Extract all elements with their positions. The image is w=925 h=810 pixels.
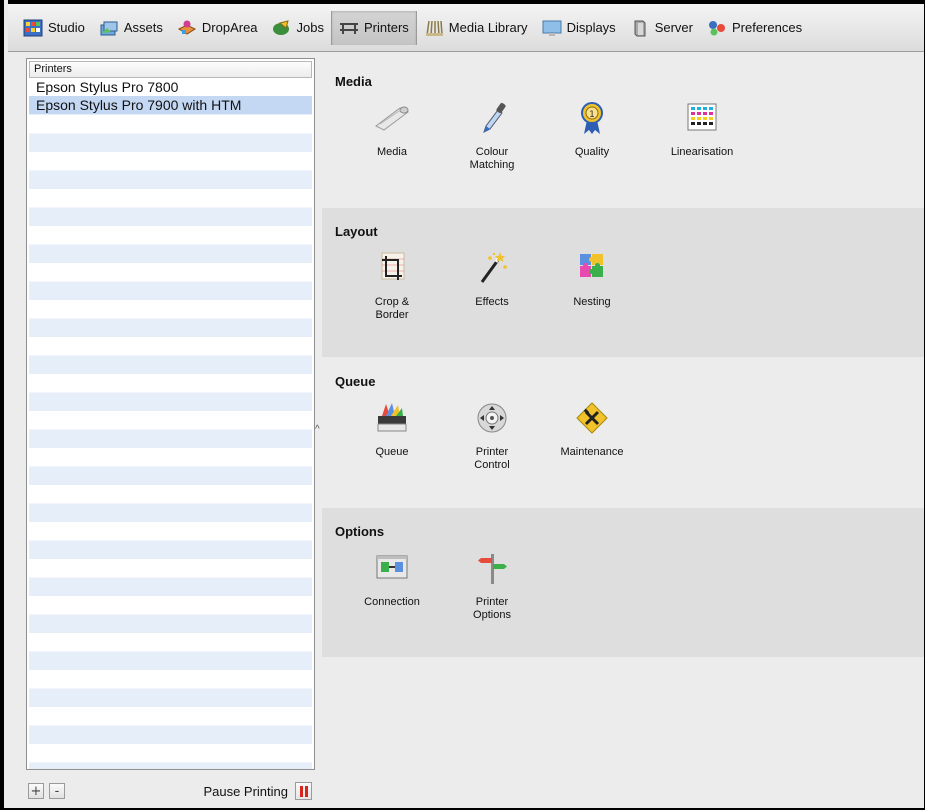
eyedropper-icon	[483, 102, 506, 133]
printers-bottom-bar: + - Pause Printing	[26, 778, 315, 804]
preferences-icon	[708, 20, 725, 35]
printer-row-epson-7800[interactable]: Epson Stylus Pro 7800	[29, 78, 312, 96]
toolbar-media-library[interactable]: Media Library	[417, 11, 535, 45]
toolbar-printers-label: Printers	[364, 20, 409, 35]
assets-icon	[100, 21, 118, 35]
printers-list[interactable]: Epson Stylus Pro 7800 Epson Stylus Pro 7…	[29, 78, 312, 769]
color-grid-icon	[687, 103, 717, 131]
toolbar-assets[interactable]: Assets	[92, 11, 170, 45]
droparea-icon	[177, 20, 196, 35]
section-layout-title: Layout	[335, 224, 378, 239]
displays-icon	[542, 20, 562, 36]
printers-window: Studio Assets DropArea Jobs Printers Med…	[0, 0, 925, 810]
tool-colour-matching-label: Colour Matching	[469, 146, 515, 171]
tool-printer-control[interactable]: Printer Control	[442, 400, 542, 472]
toolbar-studio-label: Studio	[48, 20, 85, 35]
tool-crop-border-label: Crop & Border	[374, 296, 410, 321]
tool-linearisation[interactable]: Linearisation	[652, 100, 752, 159]
section-options-title: Options	[335, 524, 385, 539]
section-queue-title: Queue	[335, 374, 376, 389]
toolbar-printers[interactable]: Printers	[331, 10, 417, 45]
tool-maintenance[interactable]: Maintenance	[542, 400, 642, 459]
award-ribbon-icon: 1	[581, 102, 603, 134]
tool-media-label: Media	[377, 146, 407, 158]
printers-icon	[340, 22, 358, 34]
tool-crop-border[interactable]: Crop & Border	[342, 250, 442, 322]
tool-linearisation-label: Linearisation	[670, 146, 734, 158]
toolbar-server[interactable]: Server	[623, 11, 700, 45]
tool-colour-matching[interactable]: Colour Matching	[442, 100, 542, 172]
tool-printer-control-label: Printer Control	[474, 446, 510, 471]
pause-printing-button[interactable]	[295, 782, 312, 800]
section-media: Media Media Colour Matching 1 Quality Li…	[322, 58, 924, 207]
tool-effects[interactable]: Effects	[442, 250, 542, 309]
tool-nesting[interactable]: Nesting	[542, 250, 642, 309]
crop-icon	[381, 252, 405, 280]
tool-connection[interactable]: Connection	[342, 550, 442, 609]
tool-queue-label: Queue	[375, 446, 409, 458]
main-toolbar: Studio Assets DropArea Jobs Printers Med…	[8, 0, 924, 52]
tool-effects-label: Effects	[475, 296, 509, 308]
pause-icon	[299, 785, 309, 797]
print-queue-icon	[377, 403, 407, 432]
toolbar-displays-label: Displays	[566, 20, 616, 35]
remove-printer-button[interactable]: -	[49, 783, 65, 799]
toolbar-jobs-label: Jobs	[296, 20, 324, 35]
tools-sign-icon	[576, 402, 608, 434]
printers-list-panel: Printers Epson Stylus Pro 7800 Epson Sty…	[26, 58, 315, 770]
jobs-icon	[272, 19, 289, 35]
toolbar-displays[interactable]: Displays	[535, 11, 623, 45]
tool-printer-options-label: Printer Options	[473, 596, 511, 621]
toolbar-droparea-label: DropArea	[201, 20, 258, 35]
printers-list-header[interactable]: Printers	[29, 61, 312, 78]
toolbar-server-label: Server	[654, 20, 693, 35]
tool-connection-label: Connection	[364, 596, 420, 608]
section-media-title: Media	[335, 74, 372, 89]
server-icon	[634, 20, 646, 36]
tool-nesting-label: Nesting	[573, 296, 611, 308]
media-library-icon	[425, 20, 443, 36]
tool-printer-options[interactable]: Printer Options	[442, 550, 542, 622]
section-layout: Layout Crop & Border Effects Nesting	[322, 208, 924, 357]
toolbar-droparea[interactable]: DropArea	[170, 11, 265, 45]
control-wheel-icon	[477, 403, 507, 433]
tool-queue[interactable]: Queue	[342, 400, 442, 459]
section-options: Options Connection Printer Options	[322, 508, 924, 657]
section-queue: Queue Queue Printer Control Maintenance	[322, 358, 924, 507]
svg-text:1: 1	[589, 110, 595, 120]
toolbar-studio[interactable]: Studio	[16, 11, 92, 45]
studio-icon	[23, 19, 43, 36]
pause-printing-label: Pause Printing	[203, 783, 288, 799]
media-roll-icon	[375, 106, 409, 131]
toolbar-preferences-label: Preferences	[731, 20, 803, 35]
connection-icon	[376, 555, 408, 579]
toolbar-assets-label: Assets	[123, 20, 163, 35]
printer-row-epson-7900-htm[interactable]: Epson Stylus Pro 7900 with HTM	[29, 96, 312, 114]
splitter-handle[interactable]: ^	[315, 424, 320, 435]
tool-quality-label: Quality	[574, 146, 610, 158]
toolbar-preferences[interactable]: Preferences	[700, 11, 809, 45]
tool-quality[interactable]: 1 Quality	[542, 100, 642, 159]
puzzle-icon	[580, 254, 603, 277]
toolbar-jobs[interactable]: Jobs	[265, 11, 331, 45]
add-printer-button[interactable]: +	[28, 783, 44, 799]
tool-maintenance-label: Maintenance	[560, 446, 624, 458]
tool-media[interactable]: Media	[342, 100, 442, 159]
toolbar-media-library-label: Media Library	[448, 20, 528, 35]
signpost-icon	[478, 554, 507, 584]
magic-wand-icon	[480, 252, 507, 283]
